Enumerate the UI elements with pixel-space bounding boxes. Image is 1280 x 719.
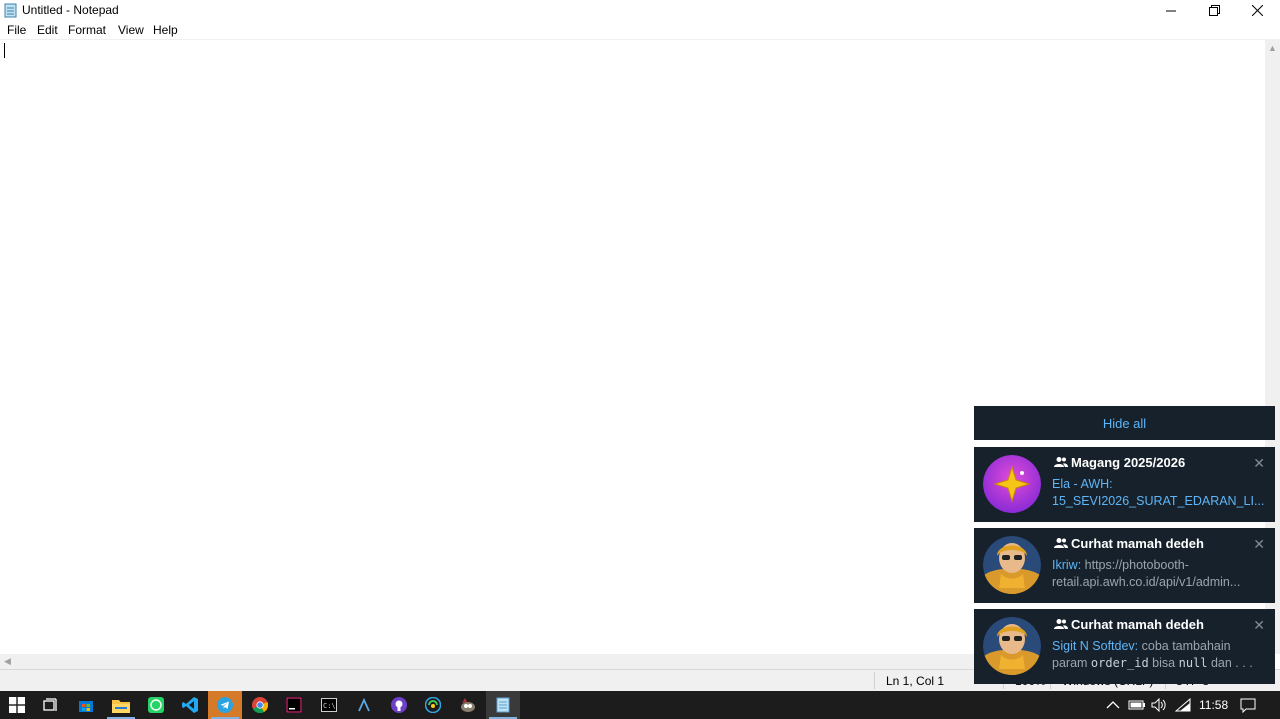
chrome-icon (252, 697, 268, 713)
svg-text:C:\: C:\ (323, 702, 336, 710)
notification-attachment-name: 15_SEVI2026_SURAT_EDARAN_LI... (1052, 494, 1264, 508)
jetbrains-icon (286, 697, 302, 713)
taskbar-github-desktop[interactable] (382, 691, 416, 719)
store-icon (79, 701, 93, 712)
group-icon (1054, 619, 1068, 629)
task-view-button[interactable] (34, 691, 68, 719)
group-icon (1054, 538, 1068, 548)
notification-card[interactable]: Magang 2025/2026 ✕ Ela - AWH: 15_SEVI202… (974, 447, 1275, 522)
message-text: param (1052, 656, 1091, 670)
speaker-icon (1151, 698, 1166, 712)
taskbar-store[interactable] (69, 691, 103, 719)
cursor-position: Ln 1, Col 1 (886, 674, 945, 688)
notification-message: 15_SEVI2026_SURAT_EDARAN_LI... (1052, 494, 1264, 508)
taskbar-whatsapp[interactable] (139, 691, 173, 719)
notification-message-start: coba tambahain (1138, 639, 1231, 653)
folder-icon (112, 699, 130, 713)
notification-card[interactable]: Curhat mamah dedeh ✕ Sigit N Softdev: co… (974, 609, 1275, 684)
message-text: dan . . . (1207, 656, 1253, 670)
notification-message-start: https://photobooth- (1081, 558, 1189, 572)
close-button[interactable] (1235, 0, 1279, 21)
restore-icon (1208, 5, 1220, 16)
taskbar-chrome[interactable] (243, 691, 277, 719)
notification-sender-line: Ikriw: https://photobooth- (1052, 558, 1264, 572)
taskbar-file-explorer[interactable] (104, 691, 138, 719)
star-avatar (983, 455, 1041, 513)
notification-sender: Ikriw: (1052, 558, 1082, 572)
person-avatar (983, 536, 1041, 594)
notification-group-title: Magang 2025/2026 (1071, 455, 1186, 470)
task-view-icon (43, 698, 57, 711)
notification-sender: Sigit N Softdev: (1052, 639, 1139, 653)
inline-code: null (1178, 656, 1208, 670)
menu-file[interactable]: File (7, 23, 26, 37)
start-button[interactable] (0, 691, 34, 719)
notification-group-title: Curhat mamah dedeh (1071, 536, 1204, 551)
menu-help[interactable]: Help (153, 23, 178, 37)
action-center-button[interactable] (1240, 691, 1256, 719)
hide-all-button[interactable]: Hide all (974, 406, 1275, 440)
notification-group-title: Curhat mamah dedeh (1071, 617, 1204, 632)
gimp-icon (461, 698, 475, 712)
wifi-icon (1175, 698, 1191, 712)
notification-center-icon (1240, 698, 1256, 713)
close-icon[interactable]: ✕ (1253, 455, 1265, 472)
battery-icon (1128, 700, 1145, 710)
system-clock[interactable]: 11:58 (1199, 691, 1228, 719)
scroll-left-icon[interactable]: ◀ (4, 656, 11, 667)
chevron-up-icon (1106, 701, 1120, 709)
menu-bar: File Edit Format View Help (0, 21, 1280, 40)
browser-icon (425, 697, 441, 713)
window-title: Untitled - Notepad (22, 3, 119, 17)
notification-card[interactable]: Curhat mamah dedeh ✕ Ikriw: https://phot… (974, 528, 1275, 603)
notification-sender: Ela - AWH: (1052, 477, 1113, 491)
taskbar-terminal[interactable]: C:\ (312, 691, 346, 719)
taskbar-jetbrains[interactable] (277, 691, 311, 719)
scroll-up-icon[interactable]: ▲ (1268, 43, 1277, 53)
status-separator (874, 672, 875, 689)
notification-sender-line: Ela - AWH: (1052, 477, 1264, 491)
taskbar-notepad[interactable] (486, 691, 520, 719)
person-avatar (983, 617, 1041, 675)
taskbar-vscode[interactable] (173, 691, 207, 719)
inline-code: order_id (1090, 656, 1149, 670)
taskbar: C:\ 11:58 (0, 691, 1280, 719)
arduino-icon (358, 697, 370, 712)
whatsapp-icon (148, 697, 164, 713)
clock-time: 11:58 (1199, 698, 1229, 712)
close-icon (1251, 5, 1263, 16)
notepad-app-icon (4, 3, 17, 18)
title-bar[interactable]: Untitled - Notepad (0, 0, 1280, 21)
menu-view[interactable]: View (118, 23, 144, 37)
close-icon[interactable]: ✕ (1253, 536, 1265, 553)
taskbar-gimp[interactable] (451, 691, 485, 719)
minimize-icon (1166, 10, 1176, 11)
telegram-icon (217, 697, 233, 713)
vscode-icon (182, 697, 198, 713)
group-icon (1054, 457, 1068, 467)
close-icon[interactable]: ✕ (1253, 617, 1265, 634)
taskbar-browser[interactable] (416, 691, 450, 719)
network-indicator[interactable] (1175, 691, 1191, 719)
notepad-icon (496, 697, 510, 713)
terminal-icon: C:\ (321, 698, 337, 712)
github-icon (391, 697, 407, 713)
windows-icon (9, 697, 25, 713)
taskbar-telegram[interactable] (208, 691, 242, 719)
message-text: bisa (1148, 656, 1179, 670)
minimize-button[interactable] (1149, 0, 1193, 21)
notification-message: retail.api.awh.co.id/api/v1/admin... (1052, 575, 1241, 589)
menu-edit[interactable]: Edit (37, 23, 58, 37)
volume-indicator[interactable] (1151, 691, 1167, 719)
text-caret (4, 43, 5, 58)
notification-sender-line: Sigit N Softdev: coba tambahain (1052, 639, 1264, 653)
taskbar-arduino[interactable] (347, 691, 381, 719)
notification-message: param order_id bisa null dan . . . (1052, 656, 1264, 670)
show-hidden-icons-button[interactable] (1106, 691, 1120, 719)
menu-format[interactable]: Format (68, 23, 106, 37)
restore-button[interactable] (1192, 0, 1236, 21)
battery-indicator[interactable] (1128, 691, 1146, 719)
